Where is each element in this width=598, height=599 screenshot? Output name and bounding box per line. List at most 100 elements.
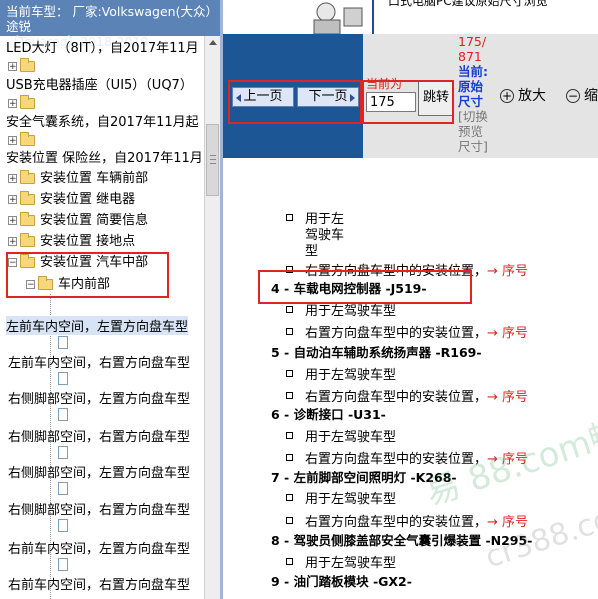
- expand-icon[interactable]: +: [8, 195, 17, 205]
- tree-item-led-headlight[interactable]: LED大灯（8IT），自2017年11月: [6, 40, 199, 58]
- bullet-item: 右置方向盘车型中的安装位置，→ 序号: [286, 390, 528, 406]
- toggle-preview-size-link[interactable]: [切换预览尺寸]: [458, 109, 494, 154]
- tree-leaf[interactable]: 右侧脚部空间，右置方向盘车型: [8, 426, 190, 445]
- top-banner: 口式电脑PC建议原始尺寸浏览: [372, 0, 598, 34]
- tree-scrollbar[interactable]: [204, 36, 220, 599]
- expand-icon[interactable]: +: [8, 174, 17, 184]
- tree-folder-row[interactable]: +: [8, 58, 40, 76]
- bullet-item: 用于左驾驶车型: [286, 430, 396, 446]
- bullet-item: 用于左: [286, 212, 344, 228]
- bullet-text: 用于左驾驶车型: [305, 430, 397, 445]
- mechanic-logo: [300, 0, 370, 35]
- banner-text: 口式电脑PC建议原始尺寸浏览: [388, 0, 548, 8]
- highlight-box-nav-buttons: [228, 80, 362, 124]
- highlight-box-tree: [6, 252, 169, 298]
- tree-folder-row[interactable]: +: [8, 132, 40, 150]
- tree-item-usb-charger[interactable]: USB充电器插座（UI5）（UQ7）: [6, 77, 193, 95]
- tree-item-relay[interactable]: + 安装位置 继电器: [8, 191, 135, 209]
- bullet-square-icon: [286, 370, 293, 377]
- bullet-item: 右置方向盘车型中的安装位置，→ 序号: [286, 326, 528, 342]
- tree-leaf[interactable]: 右前车内空间，左置方向盘车型: [8, 538, 190, 557]
- bullet-text: 型: [305, 244, 319, 259]
- thumb-grip: [210, 155, 216, 156]
- component-item: 5 - 自动泊车辅助系统扬声器 -R169-: [271, 345, 482, 360]
- bullet-item: 用于左驾驶车型: [286, 368, 396, 384]
- expand-icon[interactable]: +: [8, 216, 17, 226]
- left-pane: 当前车型： 厂家:Volkswagen(大众）途锐 （Touareg）2018-…: [0, 0, 220, 599]
- bullet-text: 用于左驾驶车型: [305, 368, 397, 383]
- scrollbar-thumb[interactable]: [206, 124, 219, 196]
- tree-leaf[interactable]: 右侧脚部空间，左置方向盘车型: [8, 462, 190, 481]
- folder-icon: [20, 58, 35, 72]
- thumb-grip: [210, 163, 216, 164]
- bullet-text: 右置方向盘车型中的安装位置，: [305, 390, 488, 405]
- current-mode-label: 当前:: [458, 64, 488, 79]
- thumb-grip: [210, 159, 216, 160]
- bullet-square-icon: [286, 392, 293, 399]
- document-icon: [58, 517, 68, 535]
- bullet-square-icon: [286, 494, 293, 501]
- highlight-box-item-4: [258, 270, 472, 304]
- expand-icon[interactable]: +: [8, 237, 17, 247]
- page-info: 175/871 当前: 原始尺寸 [切换预览尺寸]: [458, 34, 494, 154]
- tree-leaf[interactable]: 左前车内空间，右置方向盘车型: [8, 352, 190, 371]
- bullet-text: 右置方向盘车型中的安装位置，: [305, 515, 488, 530]
- tree-item-overview[interactable]: + 安装位置 简要信息: [8, 212, 148, 230]
- bullet-item: 用于左驾驶车型: [286, 492, 396, 508]
- bullet-text: 右置方向盘车型中的安装位置，: [305, 326, 488, 341]
- zoom-out-button[interactable]: − 缩: [566, 86, 598, 106]
- tree-folder-row[interactable]: +: [8, 95, 40, 113]
- original-size-label: 原始尺寸: [458, 79, 484, 109]
- folder-icon: [20, 170, 35, 184]
- expand-icon[interactable]: +: [8, 99, 17, 109]
- tree-leaf-selected[interactable]: 左前车内空间，左置方向盘车型: [6, 316, 189, 335]
- sequence-number-link[interactable]: → 序号: [487, 390, 528, 405]
- zoom-in-icon: +: [500, 89, 514, 103]
- bullet-square-icon: [286, 517, 293, 524]
- component-item: 9 - 油门踏板模块 -GX2-: [271, 574, 412, 589]
- bullet-square-icon: [286, 432, 293, 439]
- folder-icon: [20, 212, 35, 226]
- tree-item-airbag-system[interactable]: 安全气囊系统，自2017年11月起: [6, 114, 199, 132]
- scroll-up-arrow-icon[interactable]: [209, 40, 217, 45]
- bullet-text: 驾驶车: [305, 228, 345, 243]
- document-icon: [58, 370, 68, 388]
- folder-icon: [20, 132, 35, 146]
- tree-leaf[interactable]: 右侧脚部空间，左置方向盘车型: [8, 388, 190, 407]
- folder-icon: [20, 233, 35, 247]
- highlight-box-page-input: [362, 80, 454, 124]
- document-icon: [58, 406, 68, 424]
- car-model-line1: 当前车型： 厂家:Volkswagen(大众）途锐: [6, 4, 218, 34]
- bullet-item: 型: [286, 244, 318, 260]
- bullet-square-icon: [286, 558, 293, 565]
- bullet-text: 用于左驾驶车型: [305, 304, 397, 319]
- bullet-item: 用于左驾驶车型: [286, 304, 396, 320]
- bullet-text: 用于左: [305, 212, 345, 227]
- current-car-model-header: 当前车型： 厂家:Volkswagen(大众）途锐 （Touareg）2018-…: [0, 0, 220, 49]
- folder-icon: [20, 191, 35, 205]
- tree-item-vehicle-front[interactable]: + 安装位置 车辆前部: [8, 170, 148, 188]
- sequence-number-link[interactable]: → 序号: [487, 326, 528, 341]
- bullet-square-icon: [286, 214, 293, 221]
- component-item: 6 - 诊断接口 -U31-: [271, 407, 386, 422]
- bullet-square-icon: [286, 328, 293, 335]
- bullet-text: 用于左驾驶车型: [305, 556, 397, 571]
- expand-icon[interactable]: +: [8, 62, 17, 72]
- tree-leaf[interactable]: 右前车内空间，右置方向盘车型: [8, 574, 190, 593]
- tree-item-fuse-location[interactable]: 安装位置 保险丝，自2017年11月: [6, 150, 203, 168]
- bullet-square-icon: [286, 306, 293, 313]
- bullet-item: 用于左驾驶车型: [286, 556, 396, 572]
- expand-icon[interactable]: +: [8, 136, 17, 146]
- sequence-number-link[interactable]: → 序号: [487, 264, 528, 279]
- tree-leaf[interactable]: 右侧脚部空间，右置方向盘车型: [8, 499, 190, 518]
- page-count: 175/871: [458, 34, 487, 64]
- document-icon: [58, 444, 68, 462]
- bullet-square-icon: [286, 454, 293, 461]
- zoom-in-button[interactable]: + 放大: [500, 86, 546, 106]
- folder-icon: [20, 95, 35, 109]
- bullet-item: 右置方向盘车型中的安装位置，→ 序号: [286, 515, 528, 531]
- bullet-text: 用于左驾驶车型: [305, 492, 397, 507]
- navigation-tree: LED大灯（8IT），自2017年11月 + USB充电器插座（UI5）（UQ7…: [0, 36, 204, 599]
- document-icon: [58, 480, 68, 498]
- tree-item-ground-points[interactable]: + 安装位置 接地点: [8, 233, 135, 251]
